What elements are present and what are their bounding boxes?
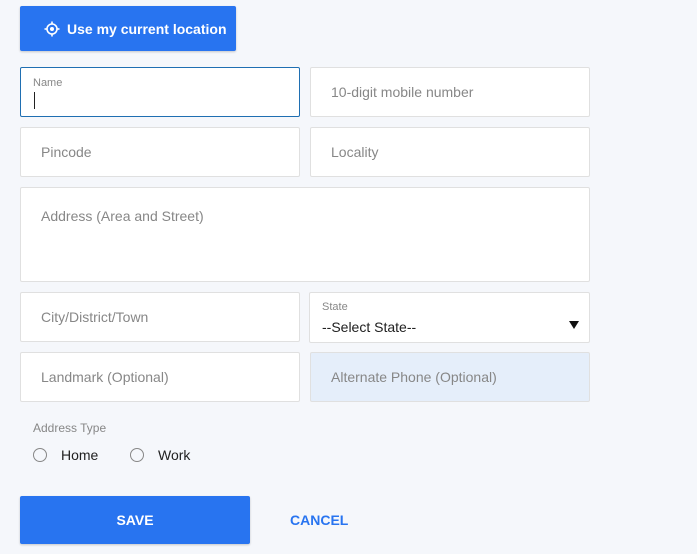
locality-field[interactable]: Locality bbox=[310, 127, 590, 177]
address-textarea[interactable]: Address (Area and Street) bbox=[20, 187, 590, 282]
state-label: State bbox=[322, 301, 348, 313]
name-field-label: Name bbox=[33, 77, 63, 89]
address-placeholder: Address (Area and Street) bbox=[41, 208, 204, 224]
locality-placeholder: Locality bbox=[331, 144, 379, 160]
text-caret bbox=[34, 92, 35, 109]
radio-circle-icon[interactable] bbox=[33, 448, 47, 462]
pincode-placeholder: Pincode bbox=[41, 144, 92, 160]
use-current-location-label: Use my current location bbox=[67, 20, 227, 37]
save-button[interactable]: SAVE bbox=[20, 496, 250, 544]
name-field[interactable]: Name bbox=[20, 67, 300, 117]
gps-crosshair-icon bbox=[44, 21, 60, 37]
mobile-number-placeholder: 10-digit mobile number bbox=[331, 84, 474, 100]
state-select[interactable]: State --Select State-- bbox=[309, 292, 590, 343]
alternate-phone-placeholder: Alternate Phone (Optional) bbox=[331, 369, 497, 385]
landmark-field[interactable]: Landmark (Optional) bbox=[20, 352, 300, 402]
cancel-button[interactable]: CANCEL bbox=[290, 512, 348, 528]
state-selected-value: --Select State-- bbox=[322, 319, 417, 335]
city-field[interactable]: City/District/Town bbox=[20, 292, 300, 342]
radio-circle-icon[interactable] bbox=[130, 448, 144, 462]
alternate-phone-field[interactable]: Alternate Phone (Optional) bbox=[310, 352, 590, 402]
city-placeholder: City/District/Town bbox=[41, 309, 149, 325]
address-type-home-radio[interactable]: Home bbox=[33, 447, 98, 463]
address-type-work-label: Work bbox=[158, 447, 191, 463]
dropdown-arrow-icon bbox=[569, 321, 579, 329]
address-type-work-radio[interactable]: Work bbox=[130, 447, 190, 463]
address-type-home-label: Home bbox=[61, 447, 99, 463]
mobile-number-field[interactable]: 10-digit mobile number bbox=[310, 67, 590, 117]
pincode-field[interactable]: Pincode bbox=[20, 127, 300, 177]
landmark-placeholder: Landmark (Optional) bbox=[41, 369, 169, 385]
use-current-location-button[interactable]: Use my current location bbox=[20, 6, 236, 51]
address-form-page: Use my current location Name 10-digit mo… bbox=[0, 0, 697, 554]
address-type-label: Address Type bbox=[33, 421, 107, 435]
